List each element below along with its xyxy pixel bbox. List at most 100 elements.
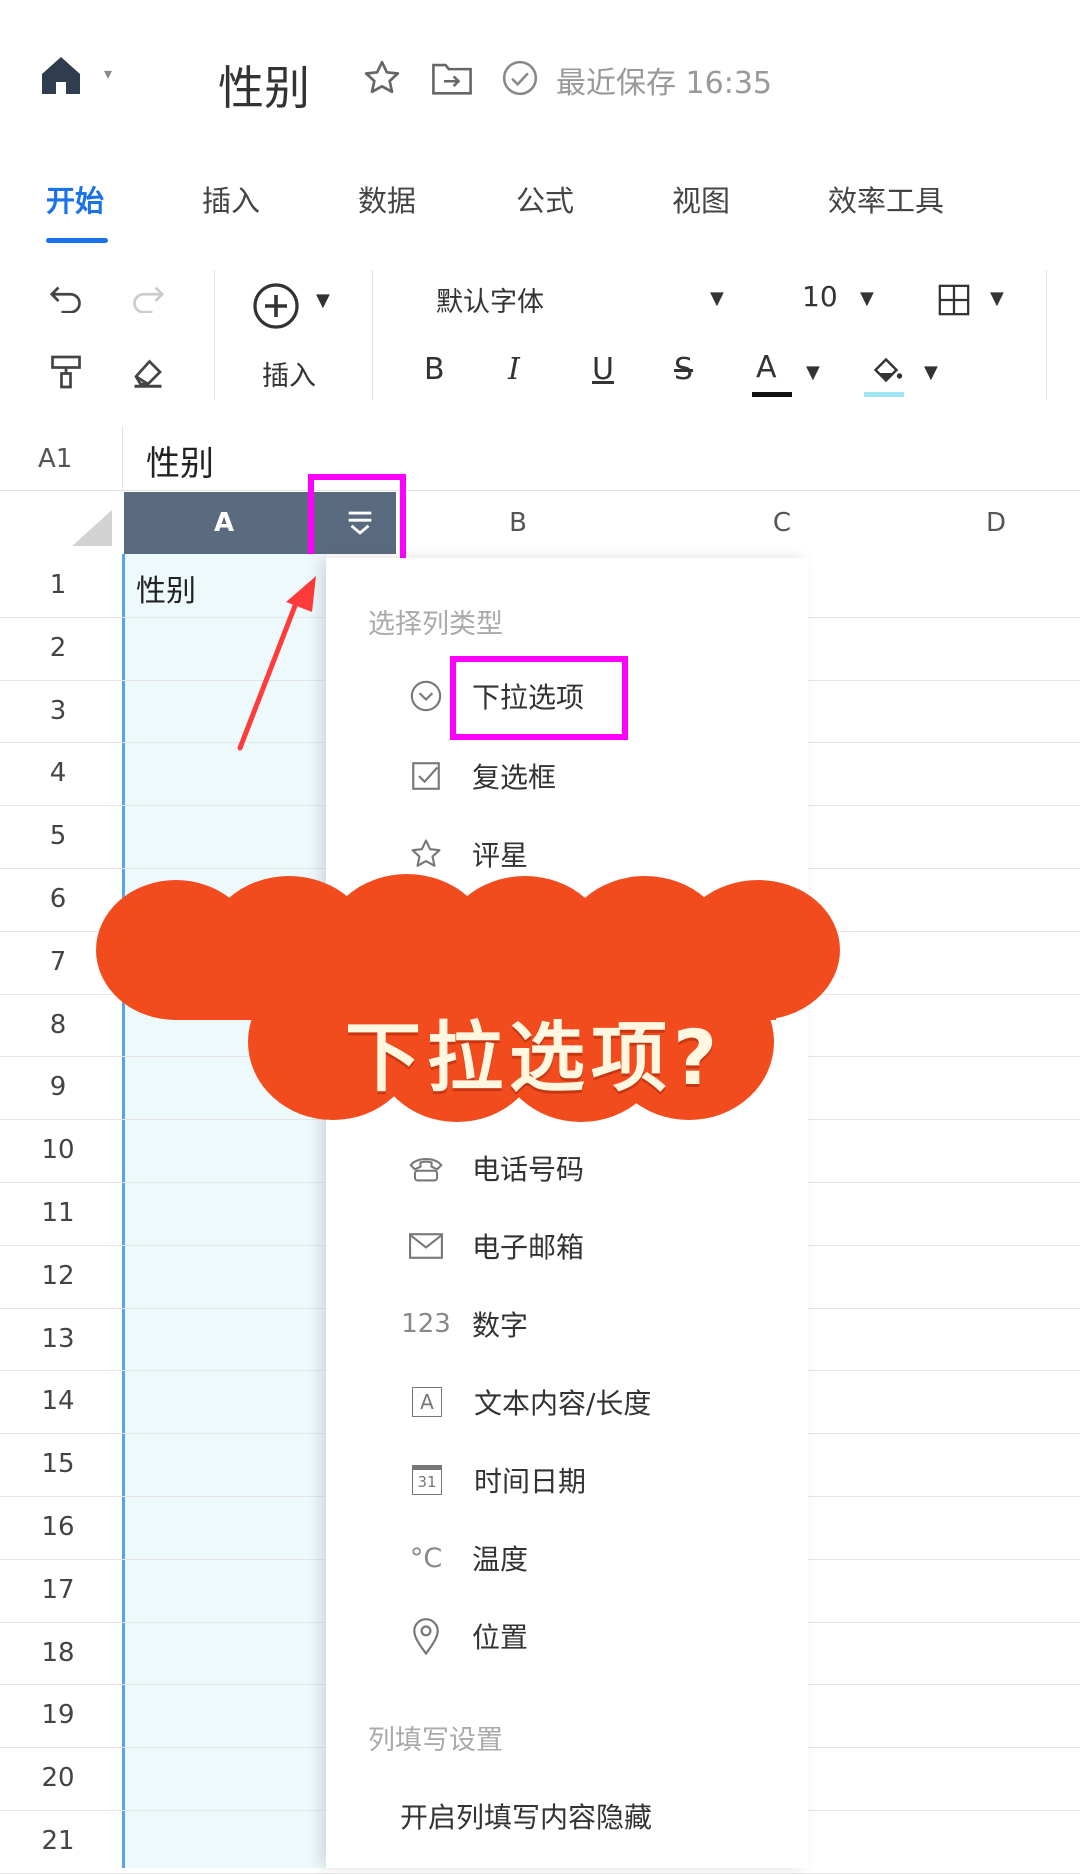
- home-icon[interactable]: [38, 52, 84, 98]
- font-color-swatch: [752, 392, 792, 397]
- underline-button[interactable]: U: [592, 352, 614, 387]
- menu-item-temperature[interactable]: °C 温度: [408, 1538, 528, 1578]
- strikethrough-button[interactable]: S: [674, 352, 693, 387]
- menu-item-label: 评星: [472, 839, 529, 872]
- row-header[interactable]: 5: [30, 821, 86, 851]
- tab-view[interactable]: 视图: [672, 178, 730, 220]
- document-title[interactable]: 性别: [218, 52, 310, 118]
- mail-icon: [408, 1228, 444, 1264]
- formula-input[interactable]: 性别: [146, 436, 214, 485]
- column-menu-highlight: [308, 474, 406, 566]
- phone-icon: [408, 1150, 444, 1186]
- menu-section-title: 选择列类型: [368, 609, 503, 640]
- fill-color-swatch: [864, 392, 904, 397]
- menu-item-label: 电话号码: [472, 1153, 585, 1186]
- redo-icon[interactable]: [126, 276, 170, 320]
- row-header[interactable]: 4: [30, 758, 86, 788]
- row-header[interactable]: 2: [30, 633, 86, 663]
- font-family-select[interactable]: 默认字体: [436, 280, 544, 319]
- active-tab-indicator: [46, 238, 108, 243]
- column-type-menu: [326, 558, 808, 1868]
- row-header[interactable]: 17: [30, 1575, 86, 1605]
- row-header[interactable]: 15: [30, 1449, 86, 1479]
- row-header[interactable]: 16: [30, 1512, 86, 1542]
- cell-a1[interactable]: 性别: [136, 566, 196, 610]
- text-icon: A: [412, 1387, 442, 1417]
- banner-title: 下拉选项?: [344, 1013, 724, 1102]
- row-header[interactable]: 12: [30, 1261, 86, 1291]
- insert-dropdown-caret-icon[interactable]: ▼: [316, 290, 330, 311]
- format-painter-icon[interactable]: [44, 350, 88, 394]
- move-to-folder-icon[interactable]: [430, 56, 474, 100]
- insert-plus-icon[interactable]: [250, 280, 302, 332]
- menu-item-text[interactable]: A 文本内容/长度: [408, 1382, 651, 1422]
- insert-label[interactable]: 插入: [262, 354, 316, 393]
- menu-item-checkbox[interactable]: 复选框: [408, 756, 556, 796]
- row-header[interactable]: 9: [30, 1072, 86, 1102]
- menu-item-datetime[interactable]: 31 时间日期: [408, 1460, 586, 1500]
- row-header[interactable]: 3: [30, 696, 86, 726]
- fill-color-caret-icon[interactable]: ▼: [924, 362, 938, 383]
- menu-item-phone[interactable]: 电话号码: [408, 1148, 584, 1188]
- menu-item-label: 温度: [472, 1543, 529, 1576]
- font-color-button[interactable]: A: [756, 350, 777, 385]
- column-header-d[interactable]: D: [924, 492, 1068, 554]
- italic-button[interactable]: I: [508, 352, 520, 387]
- star-icon[interactable]: [360, 56, 404, 100]
- undo-icon[interactable]: [44, 276, 88, 320]
- toolbar-divider: [214, 270, 215, 400]
- location-icon: [408, 1618, 444, 1655]
- menu-item-number[interactable]: 123 数字: [401, 1304, 529, 1344]
- menu-item-rating[interactable]: 评星: [408, 834, 528, 874]
- row-header[interactable]: 6: [30, 884, 86, 914]
- font-size-select[interactable]: 10: [802, 280, 838, 313]
- menu-item-email[interactable]: 电子邮箱: [408, 1226, 584, 1266]
- temperature-icon: °C: [409, 1542, 443, 1574]
- dropdown-option-highlight: [450, 656, 628, 740]
- column-header-c[interactable]: C: [640, 492, 924, 554]
- arrow-annotation-icon: [237, 576, 316, 751]
- hide-fill-content-option[interactable]: 开启列填写内容隐藏: [400, 1796, 652, 1836]
- tab-efficiency-tools[interactable]: 效率工具: [828, 178, 944, 220]
- row-header[interactable]: 11: [30, 1198, 86, 1228]
- column-header-b[interactable]: B: [396, 492, 640, 554]
- saved-check-icon: [498, 56, 542, 100]
- eraser-icon[interactable]: [126, 350, 170, 394]
- row-header[interactable]: 1: [30, 570, 86, 600]
- row-header[interactable]: 7: [30, 947, 86, 977]
- tab-insert[interactable]: 插入: [202, 178, 260, 220]
- menu-item-location[interactable]: 位置: [408, 1616, 528, 1656]
- row-header[interactable]: 14: [30, 1386, 86, 1416]
- select-all-corner[interactable]: [72, 510, 112, 546]
- column-header-a[interactable]: A: [124, 492, 324, 554]
- row-header[interactable]: 19: [30, 1700, 86, 1730]
- row-header[interactable]: 10: [30, 1135, 86, 1165]
- star-icon: [408, 836, 444, 872]
- font-family-caret-icon[interactable]: ▼: [710, 288, 724, 309]
- chevron-circle-icon: [408, 678, 444, 714]
- bold-button[interactable]: B: [424, 352, 445, 387]
- menu-item-label: 时间日期: [474, 1465, 587, 1498]
- tab-data[interactable]: 数据: [358, 178, 416, 220]
- fill-color-icon[interactable]: [864, 348, 908, 392]
- calendar-icon: 31: [412, 1465, 442, 1495]
- border-caret-icon[interactable]: ▼: [990, 288, 1004, 309]
- row-header[interactable]: 20: [30, 1763, 86, 1793]
- cell-reference[interactable]: A1: [38, 444, 72, 474]
- home-menu-caret-icon[interactable]: ▾: [104, 64, 112, 83]
- checkbox-icon: [408, 758, 444, 794]
- font-size-caret-icon[interactable]: ▼: [860, 288, 874, 309]
- save-status: 最近保存 16:35: [556, 66, 772, 101]
- row-header[interactable]: 8: [30, 1010, 86, 1040]
- tab-start[interactable]: 开始: [46, 178, 104, 220]
- menu-item-label: 位置: [472, 1621, 529, 1654]
- border-grid-icon[interactable]: [932, 278, 976, 322]
- tab-formula[interactable]: 公式: [516, 178, 574, 220]
- toolbar-divider: [1046, 270, 1047, 400]
- font-color-caret-icon[interactable]: ▼: [806, 362, 820, 383]
- menu-item-label: 文本内容/长度: [474, 1387, 652, 1420]
- row-header[interactable]: 18: [30, 1638, 86, 1668]
- menu-item-label: 数字: [472, 1309, 529, 1342]
- row-header[interactable]: 21: [30, 1826, 86, 1856]
- row-header[interactable]: 13: [30, 1324, 86, 1354]
